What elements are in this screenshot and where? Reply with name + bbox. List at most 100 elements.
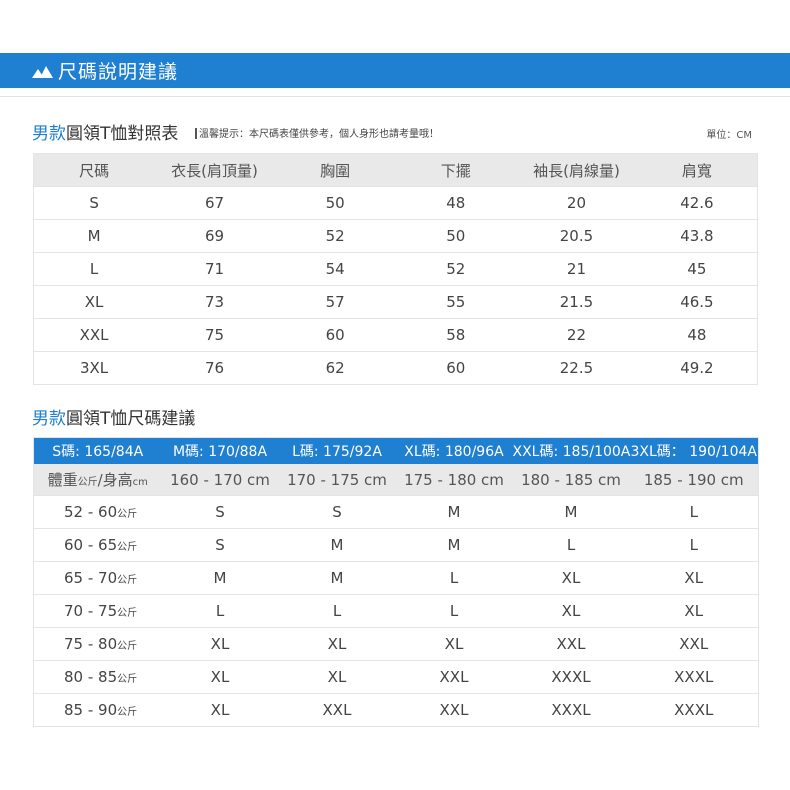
weight-unit: 公斤 (117, 674, 138, 685)
table-row: 65 - 70公斤 M M L XL XL (33, 561, 759, 595)
size-cell: XXXL (629, 660, 759, 694)
weight-value: 85 - 90 (64, 701, 118, 719)
size-cell: L (629, 528, 759, 562)
weight-value: 70 - 75 (64, 602, 118, 620)
size-cell: L (278, 594, 396, 628)
size-code-label: XXL碼: 185/100A (512, 437, 630, 464)
size-cell: XL (161, 627, 279, 661)
table-cell: 22.5 (516, 351, 637, 385)
table-cell: 46.5 (636, 285, 758, 319)
title-rest: 圓領T恤對照表 (66, 124, 179, 144)
weight-unit: 公斤 (117, 542, 138, 553)
weight-value: 60 - 65 (64, 536, 118, 554)
size-cell: XL (395, 627, 513, 661)
weight-range: 70 - 75公斤 (33, 594, 162, 628)
table-cell: 20 (516, 186, 637, 220)
weight-range: 60 - 65公斤 (33, 528, 162, 562)
size-cell: XXL (395, 660, 513, 694)
table-cell: 42.6 (636, 186, 758, 220)
title-rest: 圓領T恤尺碼建議 (66, 409, 196, 429)
size-cell: XXXL (629, 693, 759, 727)
weight-range: 52 - 60公斤 (33, 495, 162, 529)
table-row: XXL 75 60 58 22 48 (33, 318, 758, 352)
column-header: 尺碼 (33, 153, 155, 187)
notice-marker (195, 128, 197, 139)
column-header: 下擺 (395, 153, 517, 187)
weight-value: 65 - 70 (64, 569, 118, 587)
height-range: 175 - 180 cm (395, 464, 513, 496)
unit-label: 單位：CM (706, 130, 752, 141)
size-recommend-table: S碼: 165/84A M碼: 170/88A L碼: 175/92A XL碼: 18… (33, 437, 759, 727)
size-chart-table: 尺碼 衣長(肩頂量) 胸圍 下擺 袖長(肩線量) 肩寬 S 67 50 48 20 42.6 M 69 5… (33, 153, 758, 385)
table-cell: 69 (154, 219, 275, 253)
table-cell: 73 (154, 285, 275, 319)
height-unit: cm (132, 477, 148, 488)
size-cell: XXL (278, 693, 396, 727)
weight-range: 75 - 80公斤 (33, 627, 162, 661)
table-cell: 52 (274, 219, 396, 253)
size-cell: S (161, 495, 279, 529)
table-cell: 49.2 (636, 351, 758, 385)
table-cell: XL (33, 285, 155, 319)
size-cell: XXL (395, 693, 513, 727)
weight-unit: 公斤 (117, 575, 138, 586)
table-row: 75 - 80公斤 XL XL XL XXL XXL (33, 627, 759, 661)
table-row: 60 - 65公斤 S M M L L (33, 528, 759, 562)
size-cell: M (512, 495, 630, 529)
height-range: 185 - 190 cm (629, 464, 759, 496)
table-cell: 76 (154, 351, 275, 385)
size-cell: L (395, 594, 513, 628)
table-cell: 57 (274, 285, 396, 319)
table-row: L 71 54 52 21 45 (33, 252, 758, 286)
table-cell: 67 (154, 186, 275, 220)
size-cell: L (512, 528, 630, 562)
table-cell: 55 (395, 285, 517, 319)
size-cell: XXXL (512, 660, 630, 694)
table-cell: 43.8 (636, 219, 758, 253)
banner-title: 尺碼說明建議 (58, 61, 179, 83)
table-row: 70 - 75公斤 L L L XL XL (33, 594, 759, 628)
weight-value: 80 - 85 (64, 668, 118, 686)
table-cell: 48 (636, 318, 758, 352)
table-cell: 21 (516, 252, 637, 286)
size-recommend-title: 男款圓領T恤尺碼建議 (32, 404, 195, 429)
table-cell: 52 (395, 252, 517, 286)
title-highlight: 男款 (32, 124, 66, 144)
size-cell: XL (278, 660, 396, 694)
divider (0, 96, 790, 97)
size-code-label: M碼: 170/88A (161, 437, 279, 464)
table-row: 80 - 85公斤 XL XL XXL XXXL XXXL (33, 660, 759, 694)
size-cell: M (395, 495, 513, 529)
table-row: M 69 52 50 20.5 43.8 (33, 219, 758, 253)
weight-unit: 公斤 (117, 707, 138, 718)
weight-range: 85 - 90公斤 (33, 693, 162, 727)
size-cell: S (278, 495, 396, 529)
size-cell: XL (629, 594, 759, 628)
table-row: 3XL 76 62 60 22.5 49.2 (33, 351, 758, 385)
table-cell: 50 (395, 219, 517, 253)
size-cell: M (278, 561, 396, 595)
table-cell: 45 (636, 252, 758, 286)
height-range: 180 - 185 cm (512, 464, 630, 496)
size-cell: XXL (512, 627, 630, 661)
size-code-label: XL碼: 180/96A (395, 437, 513, 464)
notice-text: 溫馨提示：本尺碼表僅供參考，個人身形也請考量哦！ (195, 125, 439, 140)
size-cell: L (161, 594, 279, 628)
table-cell: 75 (154, 318, 275, 352)
size-code-label: L碼: 175/92A (278, 437, 396, 464)
size-cell: L (629, 495, 759, 529)
weight-range: 65 - 70公斤 (33, 561, 162, 595)
size-code-label: 3XL碼： 190/104A (629, 437, 759, 464)
height-range: 160 - 170 cm (161, 464, 279, 496)
title-highlight: 男款 (32, 409, 66, 429)
column-header: 衣長(肩頂量) (154, 153, 275, 187)
weight-unit: 公斤 (117, 509, 138, 520)
table-cell: L (33, 252, 155, 286)
weight-height-label: 體重公斤/身高cm (33, 464, 162, 496)
weight-value: 75 - 80 (64, 635, 118, 653)
size-cell: XL (161, 693, 279, 727)
mountain-icon (32, 64, 54, 78)
height-range: 170 - 175 cm (278, 464, 396, 496)
table-cell: 22 (516, 318, 637, 352)
section-banner: 尺碼說明建議 (0, 53, 790, 88)
